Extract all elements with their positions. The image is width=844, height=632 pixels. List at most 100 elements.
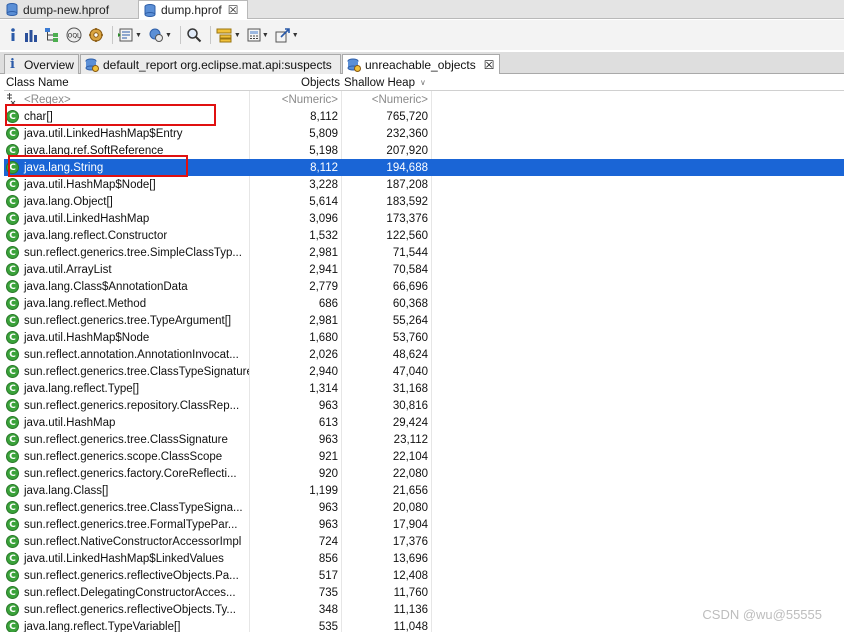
table-row[interactable]: Cjava.lang.reflect.Constructor 1,532 122,5… xyxy=(4,227,844,244)
class-icon: C xyxy=(6,331,19,344)
calculator-icon[interactable]: ▼ xyxy=(247,26,269,44)
table-row[interactable]: Cjava.lang.reflect.Method 686 60,368 xyxy=(4,295,844,312)
class-icon: C xyxy=(6,195,19,208)
column-header-shallow-heap[interactable]: Shallow Heap ∨ xyxy=(342,74,430,91)
tab-unreachable-objects[interactable]: unreachable_objects ☒ xyxy=(342,54,500,74)
tab-overview[interactable]: i Overview xyxy=(4,54,79,74)
objects-cell: 613 xyxy=(252,414,342,431)
regex-filter-cell[interactable]: <Regex> xyxy=(6,91,250,108)
table-row[interactable]: Csun.reflect.generics.tree.FormalTypePar… xyxy=(4,516,844,533)
class-icon: C xyxy=(6,246,19,259)
table-row[interactable]: Cjava.util.HashMap$Node 1,680 53,760 xyxy=(4,329,844,346)
shallow-heap-cell: 173,376 xyxy=(342,210,432,227)
table-row[interactable]: Csun.reflect.generics.tree.TypeArgument[… xyxy=(4,312,844,329)
shallow-heap-cell: 207,920 xyxy=(342,142,432,159)
class-icon: C xyxy=(6,586,19,599)
table-row[interactable]: Csun.reflect.generics.tree.SimpleClassTy… xyxy=(4,244,844,261)
table-row[interactable]: Csun.reflect.generics.repository.ClassRe… xyxy=(4,397,844,414)
histogram-icon[interactable] xyxy=(24,26,38,44)
table-row[interactable]: Cjava.lang.String 8,112 194,688 xyxy=(4,159,844,176)
class-name-cell: Cjava.lang.Class$AnnotationData xyxy=(6,278,250,295)
editor-tab-dump[interactable]: dump.hprof ☒ xyxy=(138,0,248,19)
objects-cell: 8,112 xyxy=(252,159,342,176)
class-icon: C xyxy=(6,467,19,480)
class-name-text: java.lang.reflect.TypeVariable[] xyxy=(24,620,181,632)
shallow-heap-cell: 232,360 xyxy=(342,125,432,142)
table-row[interactable]: Csun.reflect.generics.reflectiveObjects.… xyxy=(4,567,844,584)
group-by-icon[interactable]: ▼ xyxy=(216,26,241,44)
table-row[interactable]: Csun.reflect.generics.tree.ClassTypeSign… xyxy=(4,499,844,516)
table-row[interactable]: Cjava.util.LinkedHashMap 3,096 173,376 xyxy=(4,210,844,227)
info-icon: i xyxy=(10,57,15,72)
table-row[interactable]: Cjava.util.ArrayList 2,941 70,584 xyxy=(4,261,844,278)
class-icon: C xyxy=(6,416,19,429)
close-icon[interactable]: ☒ xyxy=(484,58,495,72)
class-name-text: sun.reflect.generics.scope.ClassScope xyxy=(24,450,223,463)
class-name-text: sun.reflect.generics.tree.ClassTypeSigna… xyxy=(24,365,250,378)
search-icon[interactable] xyxy=(186,26,202,44)
table-row[interactable]: Cjava.util.HashMap 613 29,424 xyxy=(4,414,844,431)
class-icon: C xyxy=(6,127,19,140)
objects-cell: 517 xyxy=(252,567,342,584)
class-icon: C xyxy=(6,399,19,412)
dominator-tree-icon[interactable] xyxy=(44,26,60,44)
find-object-icon[interactable]: ▼ xyxy=(148,26,172,44)
class-name-cell: Cjava.util.LinkedHashMap xyxy=(6,210,250,227)
class-icon: C xyxy=(6,603,19,616)
class-name-cell: Csun.reflect.NativeConstructorAccessorIm… xyxy=(6,533,250,550)
objects-cell: 5,614 xyxy=(252,193,342,210)
column-header-class-name[interactable]: Class Name xyxy=(6,74,250,91)
table-row[interactable]: Cjava.lang.Class$AnnotationData 2,779 66,6… xyxy=(4,278,844,295)
class-icon: C xyxy=(6,382,19,395)
table-row[interactable]: Cchar[] 8,112 765,720 xyxy=(4,108,844,125)
class-name-text: java.lang.String xyxy=(24,161,104,174)
oql-icon[interactable]: OQL xyxy=(66,26,82,44)
table-row[interactable]: Csun.reflect.generics.factory.CoreReflec… xyxy=(4,465,844,482)
table-row[interactable]: Csun.reflect.DelegatingConstructorAcces.… xyxy=(4,584,844,601)
class-name-text: sun.reflect.generics.tree.SimpleClassTyp… xyxy=(24,246,242,259)
table-row[interactable]: Cjava.lang.ref.SoftReference 5,198 207,920 xyxy=(4,142,844,159)
objects-cell: 920 xyxy=(252,465,342,482)
class-name-cell: Cjava.lang.reflect.TypeVariable[] xyxy=(6,618,250,632)
regex-filter-icon xyxy=(6,93,19,106)
editor-tab-label: dump-new.hprof xyxy=(23,2,110,17)
table-header: Class Name Objects Shallow Heap ∨ xyxy=(4,74,844,91)
table-row[interactable]: Cjava.lang.Object[] 5,614 183,592 xyxy=(4,193,844,210)
table-row[interactable]: Csun.reflect.generics.tree.ClassSignatur… xyxy=(4,431,844,448)
class-name-cell: Cchar[] xyxy=(6,108,250,125)
shallow-heap-cell: 17,904 xyxy=(342,516,432,533)
shallow-heap-filter-cell[interactable]: <Numeric> xyxy=(342,91,432,108)
shallow-heap-cell: 21,656 xyxy=(342,482,432,499)
column-header-objects[interactable]: Objects xyxy=(252,74,340,91)
table-row[interactable]: Csun.reflect.generics.scope.ClassScope 92… xyxy=(4,448,844,465)
table-row[interactable]: Cjava.util.LinkedHashMap$Entry 5,809 232,3… xyxy=(4,125,844,142)
close-icon[interactable]: ☒ xyxy=(228,3,239,17)
objects-filter-cell[interactable]: <Numeric> xyxy=(252,91,342,108)
table-row[interactable]: Csun.reflect.generics.tree.ClassTypeSign… xyxy=(4,363,844,380)
objects-cell: 535 xyxy=(252,618,342,632)
class-name-cell: Csun.reflect.generics.tree.TypeArgument[… xyxy=(6,312,250,329)
class-name-text: char[] xyxy=(24,110,53,123)
tab-default-report[interactable]: default_report org.eclipse.mat.api:suspe… xyxy=(80,54,341,74)
shallow-heap-cell: 31,168 xyxy=(342,380,432,397)
heap-dump-overview-icon[interactable] xyxy=(88,26,104,44)
objects-cell: 3,096 xyxy=(252,210,342,227)
export-icon[interactable]: ▼ xyxy=(275,26,299,44)
table-row[interactable]: Cjava.util.HashMap$Node[] 3,228 187,208 xyxy=(4,176,844,193)
table-row[interactable]: Csun.reflect.annotation.AnnotationInvoca… xyxy=(4,346,844,363)
class-icon: C xyxy=(6,144,19,157)
editor-tab-dump-new[interactable]: dump-new.hprof xyxy=(0,0,137,19)
class-name-cell: Cjava.lang.reflect.Constructor xyxy=(6,227,250,244)
objects-cell: 2,981 xyxy=(252,244,342,261)
class-icon: C xyxy=(6,484,19,497)
chevron-down-icon: ▼ xyxy=(164,31,172,39)
info-icon[interactable] xyxy=(8,26,18,44)
table-row[interactable]: Cjava.lang.reflect.Type[] 1,314 31,168 xyxy=(4,380,844,397)
table-row[interactable]: Csun.reflect.NativeConstructorAccessorIm… xyxy=(4,533,844,550)
table-row[interactable]: Cjava.util.LinkedHashMap$LinkedValues 856… xyxy=(4,550,844,567)
shallow-heap-cell: 22,080 xyxy=(342,465,432,482)
query-browser-icon[interactable]: ▼ xyxy=(118,26,142,44)
objects-cell: 1,532 xyxy=(252,227,342,244)
table-row[interactable]: Cjava.lang.Class[] 1,199 21,656 xyxy=(4,482,844,499)
shallow-heap-cell: 11,136 xyxy=(342,601,432,618)
